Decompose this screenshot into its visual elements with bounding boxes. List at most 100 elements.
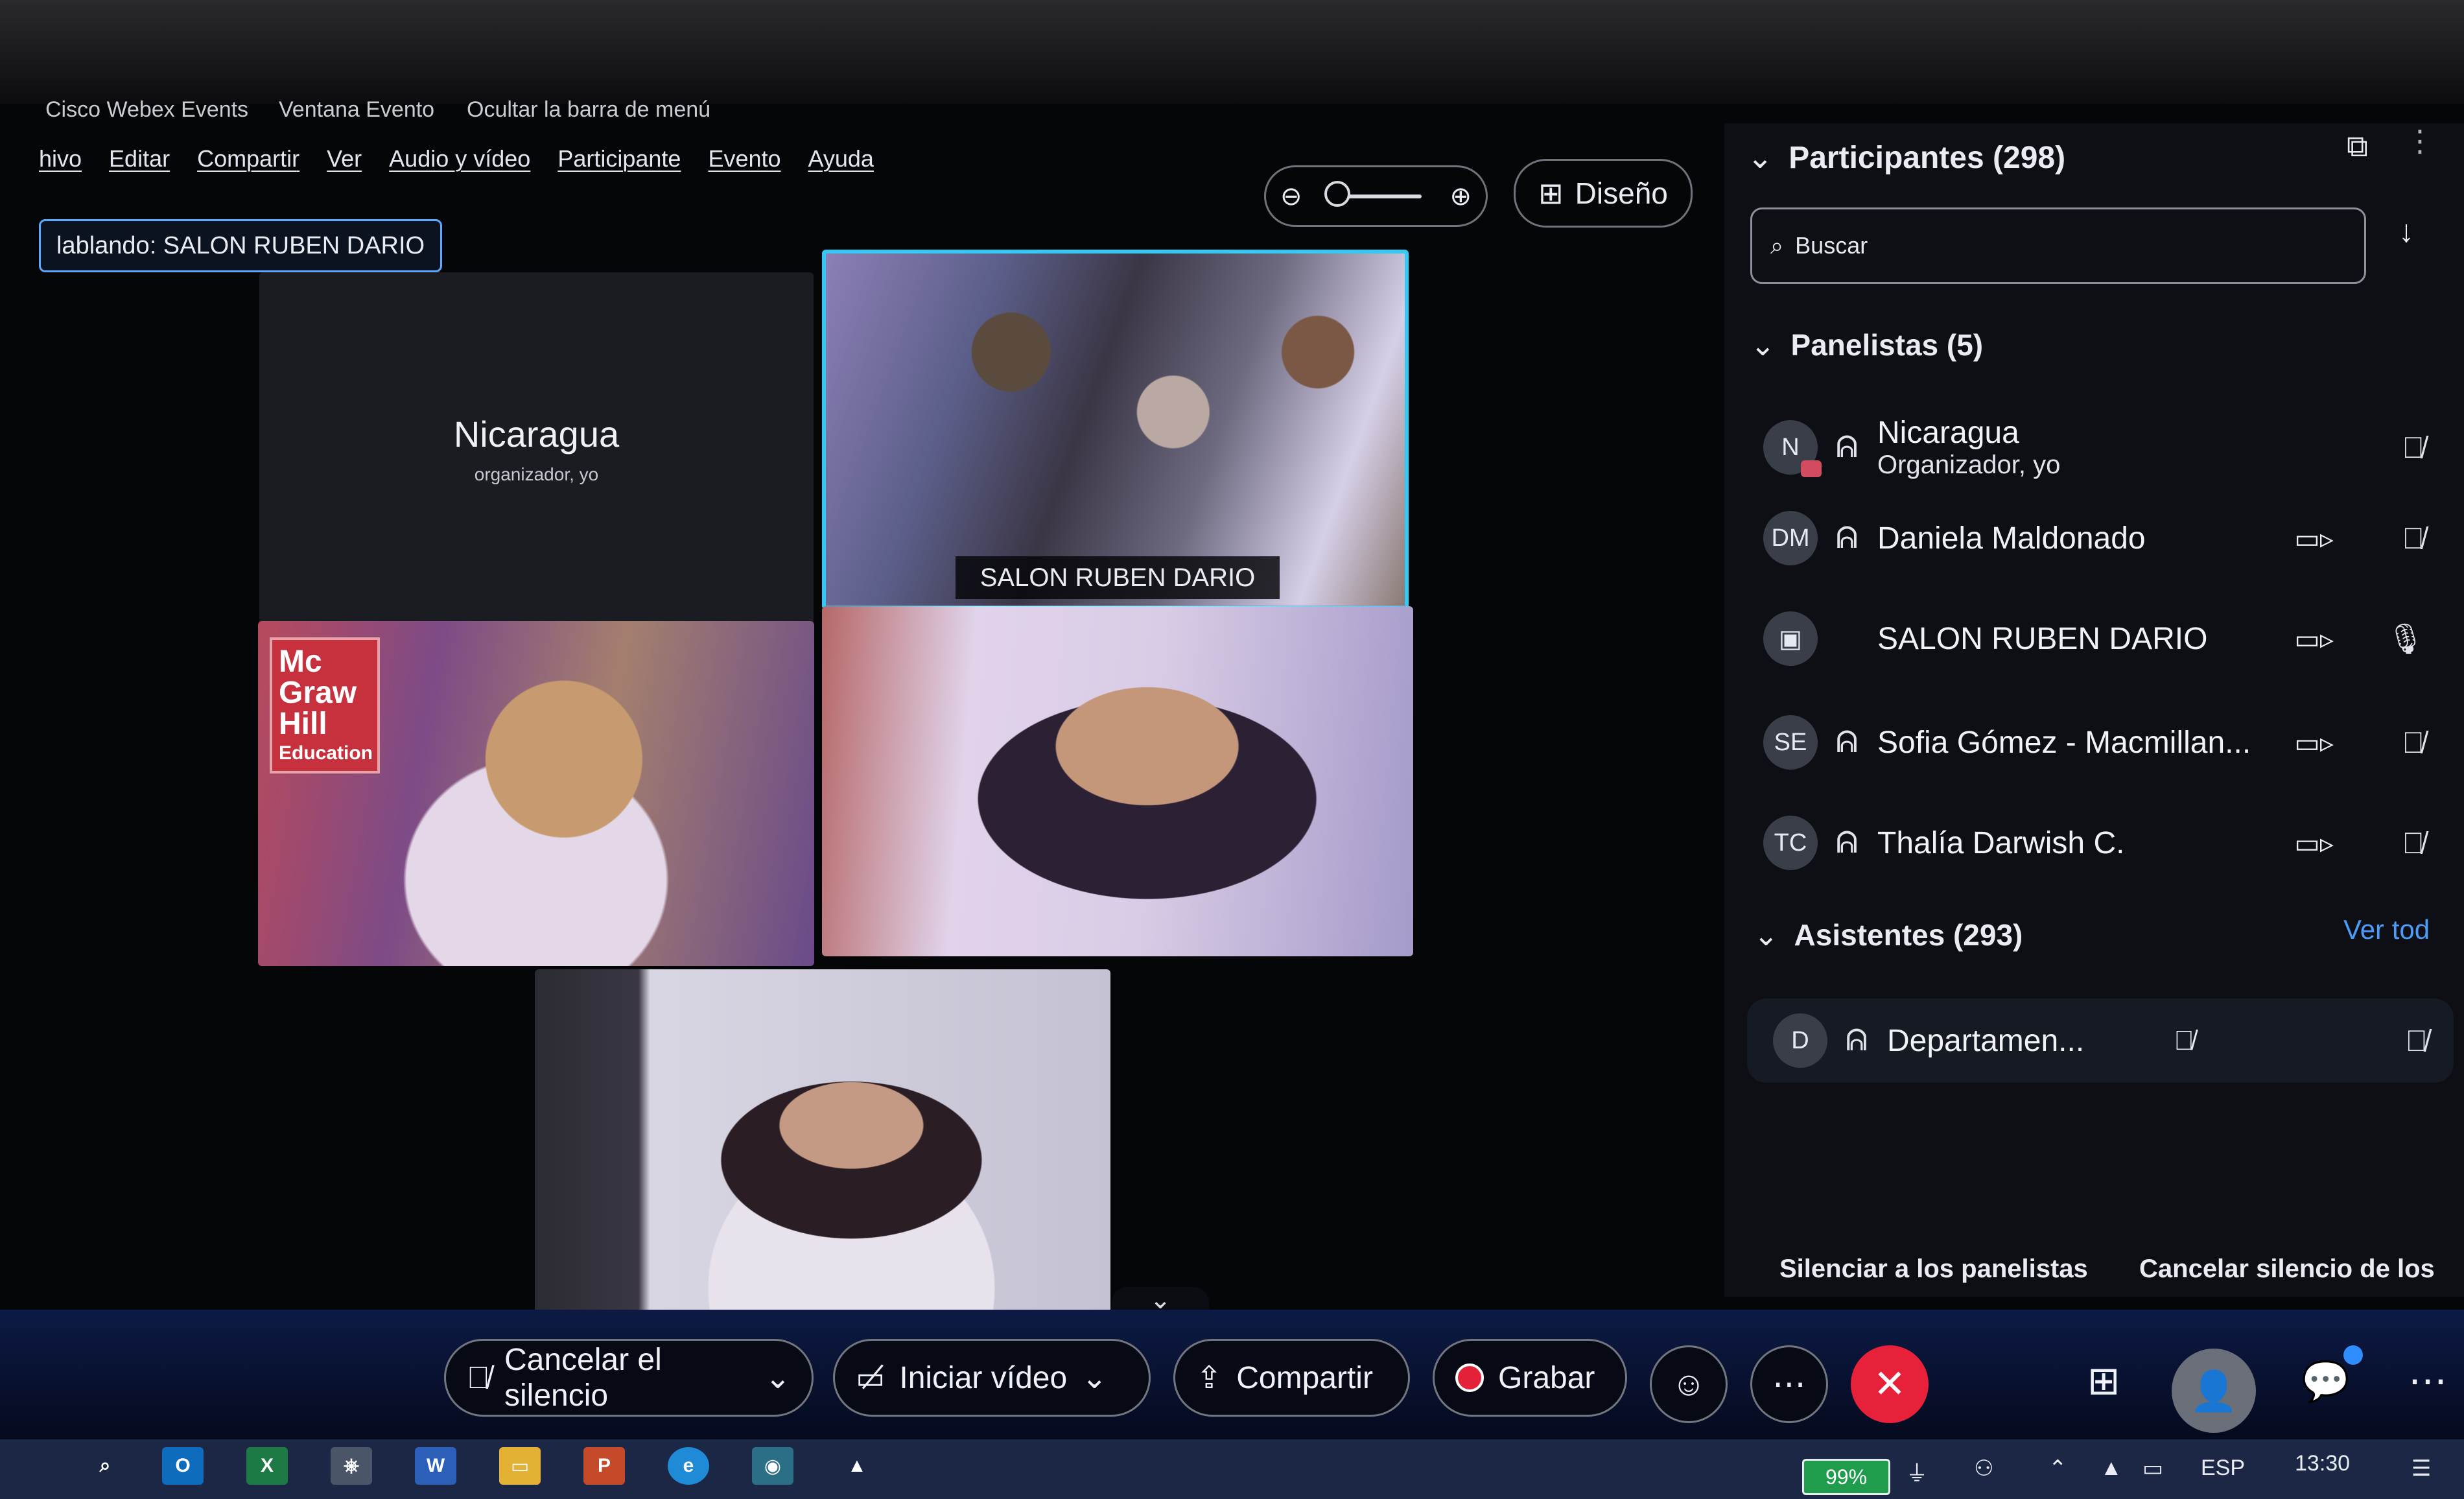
webex-icon[interactable]: ◉: [752, 1447, 793, 1485]
menu-participante[interactable]: Participante: [557, 145, 681, 172]
edge-browser-icon[interactable]: e: [668, 1447, 709, 1485]
video-camera-icon[interactable]: ▭▹: [2294, 623, 2334, 655]
avatar: D: [1773, 1013, 1827, 1068]
reactions-button[interactable]: ☺: [1650, 1345, 1728, 1423]
menu-audio-video[interactable]: Audio y vídeo: [389, 145, 530, 172]
more-icon: ⋯: [1772, 1365, 1806, 1403]
display-icon[interactable]: ▭: [2142, 1456, 2163, 1481]
participants-header[interactable]: ⌄ Participantes (298): [1747, 139, 2065, 176]
attendees-section-header[interactable]: ⌄ Asistentes (293): [1754, 917, 2023, 952]
video-camera-icon[interactable]: ▭▹: [2294, 827, 2334, 859]
word-icon[interactable]: W: [415, 1447, 456, 1485]
zoom-out-icon[interactable]: ⊖: [1280, 182, 1302, 211]
chevron-up-icon[interactable]: ⌃: [2048, 1456, 2067, 1481]
file-explorer-icon[interactable]: ▭: [499, 1447, 541, 1485]
vlc-tray-icon[interactable]: ▲: [2100, 1456, 2122, 1481]
panelist-row[interactable]: DM ᕱ Daniela Maldonado ▭▹ 🎙̸: [1763, 496, 2450, 580]
panelist-name: Sofia Gómez - Macmillan...: [1877, 725, 2251, 760]
headset-icon: ᕱ: [1836, 521, 1859, 554]
event-window-menu[interactable]: Ventana Evento: [279, 97, 434, 123]
layout-button[interactable]: ⊞ Diseño: [1514, 159, 1693, 228]
unmute-button[interactable]: Cancelar silencio de los: [2139, 1255, 2435, 1284]
record-button[interactable]: Grabar: [1433, 1339, 1627, 1417]
layout-button-label: Diseño: [1575, 176, 1668, 210]
video-tile-nicaragua[interactable]: Nicaragua organizador, yo: [259, 272, 814, 626]
unmute-button[interactable]: 🎙̸ Cancelar el silencio ⌄: [444, 1339, 814, 1417]
attendee-row[interactable]: D ᕱ Departamen... 🎙̸ 🎙̸: [1747, 998, 2454, 1083]
powerpoint-icon[interactable]: P: [583, 1447, 625, 1485]
mcgraw-hill-logo: Mc Graw Hill Education: [270, 637, 380, 773]
host-badge-icon: [1801, 460, 1822, 477]
excel-icon[interactable]: X: [246, 1447, 288, 1485]
zoom-slider[interactable]: [1324, 180, 1422, 207]
video-tile-participant-glasses[interactable]: [822, 606, 1413, 956]
chevron-down-icon[interactable]: ⌄: [765, 1360, 791, 1396]
chevron-down-icon[interactable]: ⌄: [1750, 327, 1776, 362]
participants-panel-button[interactable]: 👤: [2172, 1349, 2256, 1433]
panelist-row[interactable]: SE ᕱ Sofia Gómez - Macmillan... ▭▹ 🎙̸: [1763, 700, 2450, 785]
room-device-avatar: ▣: [1763, 611, 1818, 666]
start-video-label: Iniciar vídeo: [899, 1360, 1068, 1395]
battery-indicator: 99%: [1802, 1459, 1890, 1495]
mute-panelists-button[interactable]: Silenciar a los panelistas: [1779, 1255, 2088, 1284]
outlook-icon[interactable]: O: [162, 1447, 204, 1485]
panelist-row[interactable]: TC ᕱ Thalía Darwish C. ▭▹ 🎙̸: [1763, 801, 2450, 885]
mic-muted-icon[interactable]: 🎙̸: [2402, 825, 2425, 860]
hide-menu-toggle[interactable]: Ocultar la barra de menú: [467, 97, 710, 123]
leave-meeting-button[interactable]: ✕: [1851, 1345, 1929, 1423]
menu-archivo[interactable]: hivo: [39, 145, 82, 172]
window-title-bar: Cisco Webex Events Ventana Evento Oculta…: [0, 0, 2464, 122]
panelist-name: Nicaragua: [1877, 416, 2019, 450]
mic-muted-icon[interactable]: 🎙̸: [2402, 430, 2425, 465]
vlc-icon[interactable]: ▲: [836, 1447, 878, 1485]
popout-icon[interactable]: ⧉: [2347, 128, 2368, 165]
tile-participant-role: organizador, yo: [474, 464, 599, 484]
network-app-icon[interactable]: ⎈: [331, 1447, 372, 1485]
more-options-icon[interactable]: ⋮: [2405, 123, 2435, 158]
headset-icon: ᕱ: [1846, 1023, 1868, 1057]
mic-muted-icon[interactable]: 🎙̸: [2402, 521, 2425, 556]
video-tile-salon-ruben-dario[interactable]: SALON RUBEN DARIO: [822, 250, 1409, 609]
zoom-in-icon[interactable]: ⊕: [1449, 182, 1472, 211]
panelist-name: SALON RUBEN DARIO: [1877, 621, 2208, 656]
mic-muted-icon[interactable]: 🎙̸: [2402, 725, 2425, 760]
menu-editar[interactable]: Editar: [109, 145, 170, 172]
share-button[interactable]: ⇪ Compartir: [1173, 1339, 1410, 1417]
video-tile-mcgraw-hill[interactable]: Mc Graw Hill Education: [258, 621, 814, 966]
view-all-link[interactable]: Ver tod: [2343, 914, 2430, 945]
panelists-section-header[interactable]: ⌄ Panelistas (5): [1750, 327, 1983, 362]
chevron-down-icon[interactable]: ⌄: [1081, 1360, 1107, 1396]
notifications-icon[interactable]: ☰: [2411, 1456, 2431, 1481]
sort-arrow-icon[interactable]: ↓: [2399, 214, 2414, 250]
avatar: SE: [1763, 715, 1818, 770]
chevron-down-icon[interactable]: ⌄: [1747, 139, 1773, 176]
people-icon[interactable]: ⚇: [1974, 1456, 1993, 1481]
unmute-button-label: Cancelar el silencio: [504, 1343, 662, 1413]
more-options-button[interactable]: ⋯: [1750, 1345, 1828, 1423]
overflow-menu-icon[interactable]: ⋯: [2408, 1358, 2447, 1404]
power-plug-icon: ⏚: [1906, 1461, 1928, 1486]
chevron-down-icon[interactable]: ⌄: [1754, 917, 1779, 952]
chat-icon[interactable]: 💬: [2301, 1358, 2350, 1404]
search-icon[interactable]: ⌕: [84, 1447, 126, 1485]
panelist-row[interactable]: ▣ SALON RUBEN DARIO ▭▹ 🎙: [1763, 596, 2450, 681]
video-camera-icon[interactable]: ▭▹: [2294, 523, 2334, 554]
menu-evento[interactable]: Evento: [708, 145, 780, 172]
panelist-row[interactable]: N ᕱ Nicaragua Organizador, yo 🎙̸: [1763, 405, 2450, 490]
apps-icon[interactable]: ⊞: [2087, 1358, 2120, 1404]
zoom-slider-knob[interactable]: [1324, 180, 1350, 207]
menu-ayuda[interactable]: Ayuda: [808, 145, 874, 172]
menu-ver[interactable]: Ver: [327, 145, 362, 172]
clock-time[interactable]: 13:30: [2295, 1451, 2350, 1476]
zoom-control[interactable]: ⊖ ⊕: [1264, 165, 1488, 227]
mic-muted-icon[interactable]: 🎙̸: [2406, 1023, 2428, 1058]
menu-compartir[interactable]: Compartir: [197, 145, 299, 172]
record-icon: [1455, 1363, 1484, 1392]
mic-muted-icon[interactable]: 🎙̸: [2174, 1025, 2195, 1056]
video-tile-participant-bottom[interactable]: [535, 969, 1110, 1316]
language-indicator[interactable]: ESP: [2201, 1456, 2245, 1481]
video-camera-icon[interactable]: ▭▹: [2294, 727, 2334, 759]
search-input[interactable]: ⌕ Buscar: [1750, 207, 2366, 284]
start-video-button[interactable]: ▭̸ Iniciar vídeo ⌄: [833, 1339, 1151, 1417]
mic-icon[interactable]: 🎙: [2387, 621, 2424, 657]
